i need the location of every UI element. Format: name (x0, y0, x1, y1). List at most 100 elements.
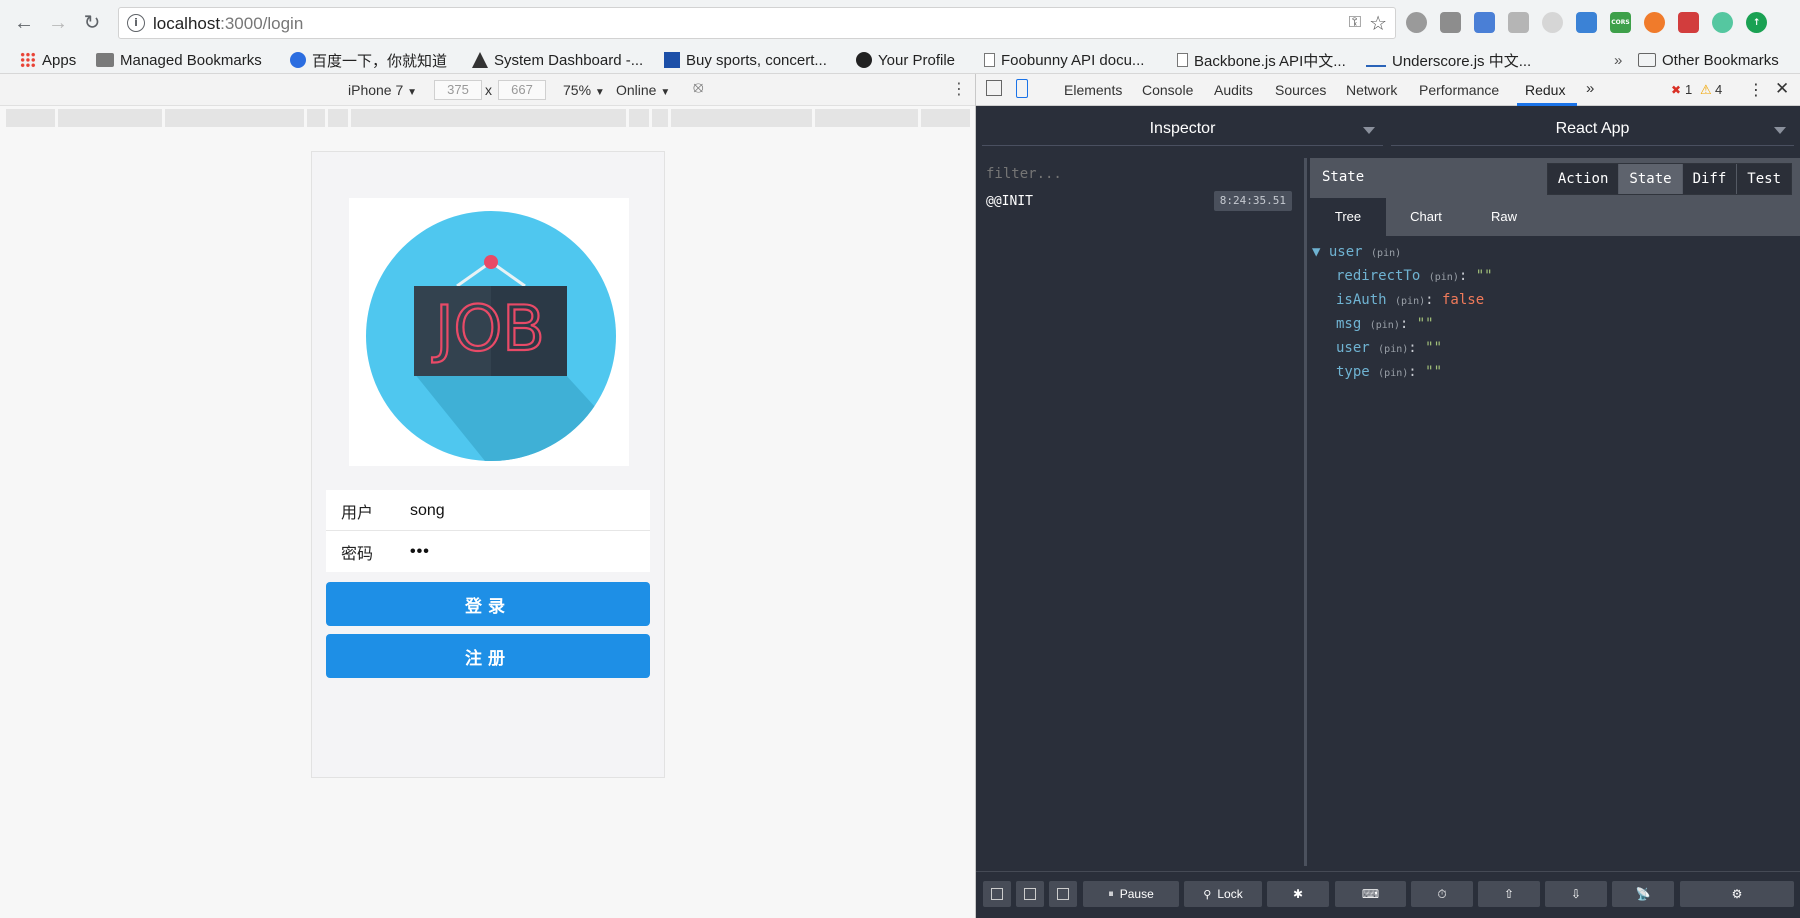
monitor-select[interactable]: Inspector (982, 112, 1383, 146)
media-query-segment[interactable] (165, 109, 305, 127)
bookmark-underscore[interactable]: Underscore.js 中文... (1366, 49, 1531, 71)
mode-state-button[interactable]: State (1619, 164, 1683, 194)
lock-button[interactable]: ⚲ Lock (1184, 881, 1262, 907)
action-filter-input[interactable] (986, 166, 1286, 182)
tab-audits[interactable]: Audits (1214, 82, 1253, 98)
remote-button[interactable]: 📡 (1612, 881, 1674, 907)
key-icon[interactable]: ⚿ (1349, 14, 1361, 32)
dock-bottom-button[interactable] (1049, 881, 1077, 907)
bookmark-buy-sports[interactable]: Buy sports, concert... (664, 49, 827, 71)
green-up-icon[interactable]: ↑ (1746, 12, 1767, 33)
reload-icon[interactable]: ↻ (80, 11, 104, 35)
media-query-bar[interactable] (6, 109, 970, 127)
orange-icon[interactable] (1644, 12, 1665, 33)
tree-key: isAuth (1336, 292, 1387, 308)
slider-button[interactable]: ⏱ (1411, 881, 1473, 907)
mode-diff-button[interactable]: Diff (1682, 164, 1738, 194)
sync-icon[interactable] (1712, 12, 1733, 33)
tab-raw[interactable]: Raw (1466, 198, 1542, 236)
bookmark-foobunny[interactable]: Foobunny API docu... (984, 49, 1144, 71)
pause-button[interactable]: ⏸ Pause (1083, 881, 1179, 907)
tab-chart[interactable]: Chart (1388, 198, 1464, 236)
cloud-icon[interactable] (1508, 12, 1529, 33)
tab-performance[interactable]: Performance (1419, 82, 1499, 98)
dispatcher-button[interactable]: ⌨ (1335, 881, 1406, 907)
more-options-icon[interactable]: ⋮ (951, 79, 967, 99)
puzzle-icon[interactable] (1678, 12, 1699, 33)
info-icon[interactable]: i (127, 14, 145, 32)
expand-triangle-icon[interactable]: ▼ (1312, 244, 1320, 260)
bookmark-label: Foobunny API docu... (1001, 51, 1145, 69)
device-width-input[interactable]: 375 (434, 80, 482, 100)
tab-network[interactable]: Network (1346, 82, 1397, 98)
instance-select[interactable]: React App (1391, 112, 1794, 146)
pin-label[interactable]: (pin) (1371, 248, 1401, 259)
persist-button[interactable]: ✱ (1267, 881, 1329, 907)
username-input[interactable] (410, 501, 630, 520)
device-select[interactable]: iPhone 7 ▼ (348, 82, 417, 98)
bookmarks-overflow-button[interactable]: » (1614, 49, 1622, 71)
camera-icon[interactable] (1440, 12, 1461, 33)
star-icon[interactable]: ☆ (1369, 11, 1387, 36)
bulb-icon[interactable] (1542, 12, 1563, 33)
more-tabs-button[interactable]: » (1586, 80, 1594, 97)
tab-sources[interactable]: Sources (1275, 82, 1326, 98)
media-query-segment[interactable] (307, 109, 326, 127)
back-icon[interactable]: ← (12, 11, 36, 35)
media-query-segment[interactable] (651, 109, 668, 127)
settings-button[interactable]: ⚙ (1680, 881, 1794, 907)
pin-label[interactable]: (pin) (1370, 320, 1400, 331)
inspect-element-icon[interactable] (986, 80, 1002, 96)
rotate-icon[interactable]: ⦻ (693, 79, 704, 97)
tree-node-user[interactable]: ▼ user (pin) (1312, 244, 1401, 260)
tab-elements[interactable]: Elements (1064, 82, 1122, 98)
export-button[interactable]: ⇩ (1545, 881, 1607, 907)
close-devtools-icon[interactable]: ✕ (1775, 79, 1789, 99)
device-toggle-icon[interactable] (1016, 79, 1028, 98)
device-height-input[interactable]: 667 (498, 80, 546, 100)
tab-tree[interactable]: Tree (1310, 198, 1386, 236)
media-query-segment[interactable] (6, 109, 56, 127)
register-button[interactable]: 注册 (326, 634, 650, 678)
mode-action-button[interactable]: Action (1547, 164, 1620, 194)
tab-redux[interactable]: Redux (1525, 82, 1565, 98)
tab-console[interactable]: Console (1142, 82, 1193, 98)
devtools-menu-icon[interactable]: ⋮ (1748, 80, 1764, 100)
bookmark-system-dashboard[interactable]: System Dashboard -... (472, 49, 643, 71)
pen-icon[interactable] (1474, 12, 1495, 33)
dock-left-button[interactable] (983, 881, 1011, 907)
globe-icon[interactable] (1406, 12, 1427, 33)
password-input[interactable]: ••• (410, 543, 630, 561)
media-query-segment[interactable] (328, 109, 348, 127)
dock-right-button[interactable] (1016, 881, 1044, 907)
cors-icon[interactable]: CORS (1610, 12, 1631, 33)
import-button[interactable]: ⇧ (1478, 881, 1540, 907)
pin-label[interactable]: (pin) (1378, 344, 1408, 355)
dev-icon[interactable] (1576, 12, 1597, 33)
url-text[interactable]: localhost:3000/login (153, 14, 303, 34)
warning-icon[interactable]: ⚠ (1700, 82, 1712, 98)
media-query-segment[interactable] (814, 109, 918, 127)
media-query-segment[interactable] (670, 109, 812, 127)
address-bar[interactable]: i localhost:3000/login ⚿ ☆ (118, 7, 1396, 39)
login-button[interactable]: 登录 (326, 582, 650, 626)
bookmark-your-profile[interactable]: Your Profile (856, 49, 955, 71)
media-query-segment[interactable] (350, 109, 627, 127)
pin-label[interactable]: (pin) (1378, 368, 1408, 379)
pin-label[interactable]: (pin) (1429, 272, 1459, 283)
pin-label[interactable]: (pin) (1395, 296, 1425, 307)
media-query-segment[interactable] (58, 109, 163, 127)
bookmark-apps[interactable]: Apps (20, 49, 76, 71)
bookmark-other[interactable]: Other Bookmarks (1638, 49, 1779, 71)
media-query-segment[interactable] (920, 109, 970, 127)
forward-icon[interactable]: → (46, 11, 70, 35)
media-query-segment[interactable] (629, 109, 649, 127)
error-icon[interactable]: ✖ (1671, 83, 1681, 97)
action-item[interactable]: @@INIT 8:24:35.51 (976, 188, 1304, 216)
zoom-select[interactable]: 75% ▼ (563, 82, 605, 98)
bookmark-backbone[interactable]: Backbone.js API中文... (1177, 49, 1346, 71)
bookmark-baidu[interactable]: 百度一下，你就知道 (290, 49, 447, 71)
bookmark-managed[interactable]: Managed Bookmarks (96, 49, 262, 71)
network-select[interactable]: Online ▼ (616, 82, 670, 98)
mode-test-button[interactable]: Test (1737, 164, 1791, 194)
